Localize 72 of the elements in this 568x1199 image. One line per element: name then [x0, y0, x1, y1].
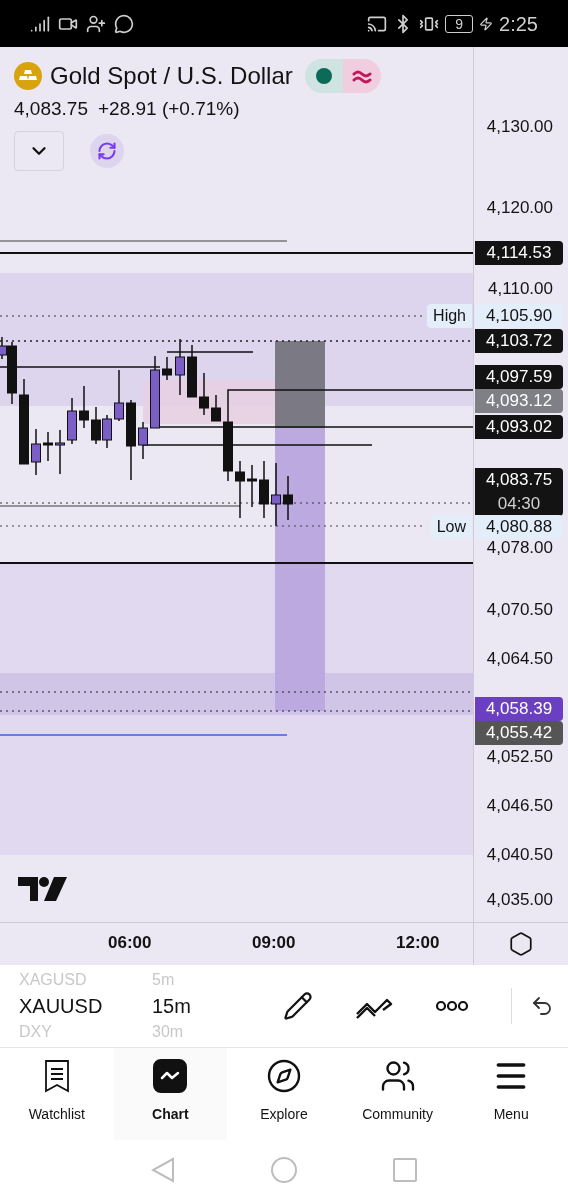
candlestick — [211, 394, 221, 422]
candlestick — [283, 475, 293, 521]
candlestick — [247, 464, 257, 508]
candlestick — [31, 428, 41, 476]
candlestick — [114, 369, 124, 422]
undo-icon[interactable] — [530, 994, 554, 1018]
refresh-icon — [97, 141, 117, 161]
price-label: 4,120.00 — [486, 198, 553, 218]
price-tag-label: Low — [430, 515, 472, 539]
user-add-icon — [86, 13, 106, 34]
chat-icon — [114, 13, 134, 34]
candlestick — [259, 460, 269, 519]
price-value: 4,114.53 — [486, 242, 552, 264]
last-price: 4,083.75 — [14, 97, 88, 121]
price-change: +28.91 (+0.71%) — [97, 97, 240, 121]
refresh-button[interactable] — [90, 134, 124, 168]
time-label: 09:00 — [252, 933, 296, 953]
candlestick — [271, 462, 281, 527]
candlestick — [91, 406, 101, 445]
price-label: 4,040.50 — [486, 845, 553, 865]
pencil-icon[interactable] — [283, 991, 313, 1021]
price-value: 4,058.39 — [485, 698, 553, 720]
price-value: 4,093.02 — [485, 416, 553, 438]
ingot-icon — [14, 62, 42, 90]
price-value: 4,055.42 — [485, 722, 553, 744]
candlestick — [43, 431, 53, 462]
chart-icon — [153, 1059, 188, 1093]
price-value: 4,097.59 — [485, 366, 553, 388]
price-tag-label: High — [427, 304, 472, 328]
price-label: 4,130.00 — [486, 117, 553, 137]
candlestick — [162, 356, 172, 381]
countdown-text: 04:30 — [497, 493, 541, 515]
symbol-row[interactable]: XAUUSD 15m — [19, 991, 280, 1021]
price-label: 4,046.50 — [486, 796, 553, 816]
price-value: 4,080.88 — [485, 516, 553, 538]
candlestick — [55, 429, 65, 475]
price-label: 4,078.00 — [486, 538, 553, 558]
candlestick — [199, 372, 209, 416]
candlestick — [175, 338, 185, 396]
price-label: 4,070.50 — [486, 600, 553, 620]
candlestick — [223, 421, 233, 482]
price-label: 4,052.50 — [486, 747, 553, 767]
battery-level: 9 — [445, 14, 474, 33]
nav-tab[interactable]: Chart — [113, 1048, 228, 1140]
candlestick — [102, 414, 112, 449]
interval-text: 15m — [152, 994, 191, 1019]
price-label: 4,064.50 — [486, 649, 553, 669]
wave-icon — [351, 68, 372, 84]
charging-icon — [479, 16, 494, 31]
candlestick — [187, 344, 197, 398]
watchlist-icon — [43, 1059, 70, 1093]
price-label: 4,110.00 — [488, 279, 553, 299]
clock-text: 2:25 — [499, 11, 538, 37]
symbol-name: XAUUSD — [19, 994, 104, 1019]
price-value: 4,105.90 — [485, 305, 553, 327]
compass-icon — [266, 1058, 302, 1094]
price-value: 4,083.75 — [485, 469, 553, 491]
price-value: 4,103.72 — [485, 330, 553, 352]
logo-icon — [18, 875, 68, 902]
time-label: 12:00 — [396, 933, 440, 953]
candlestick — [67, 397, 77, 445]
price-label: 4,035.00 — [486, 890, 553, 910]
candlestick — [79, 385, 89, 429]
candlestick — [138, 421, 148, 460]
settings-icon[interactable] — [508, 931, 534, 957]
market-status-pill[interactable] — [304, 59, 381, 93]
time-label: 06:00 — [108, 933, 152, 953]
symbol-title: Gold Spot / U.S. Dollar — [50, 61, 293, 91]
candlestick — [235, 460, 245, 519]
price-value: 4,093.12 — [485, 390, 553, 412]
people-icon — [379, 1058, 416, 1094]
more-icon[interactable] — [435, 1000, 469, 1012]
